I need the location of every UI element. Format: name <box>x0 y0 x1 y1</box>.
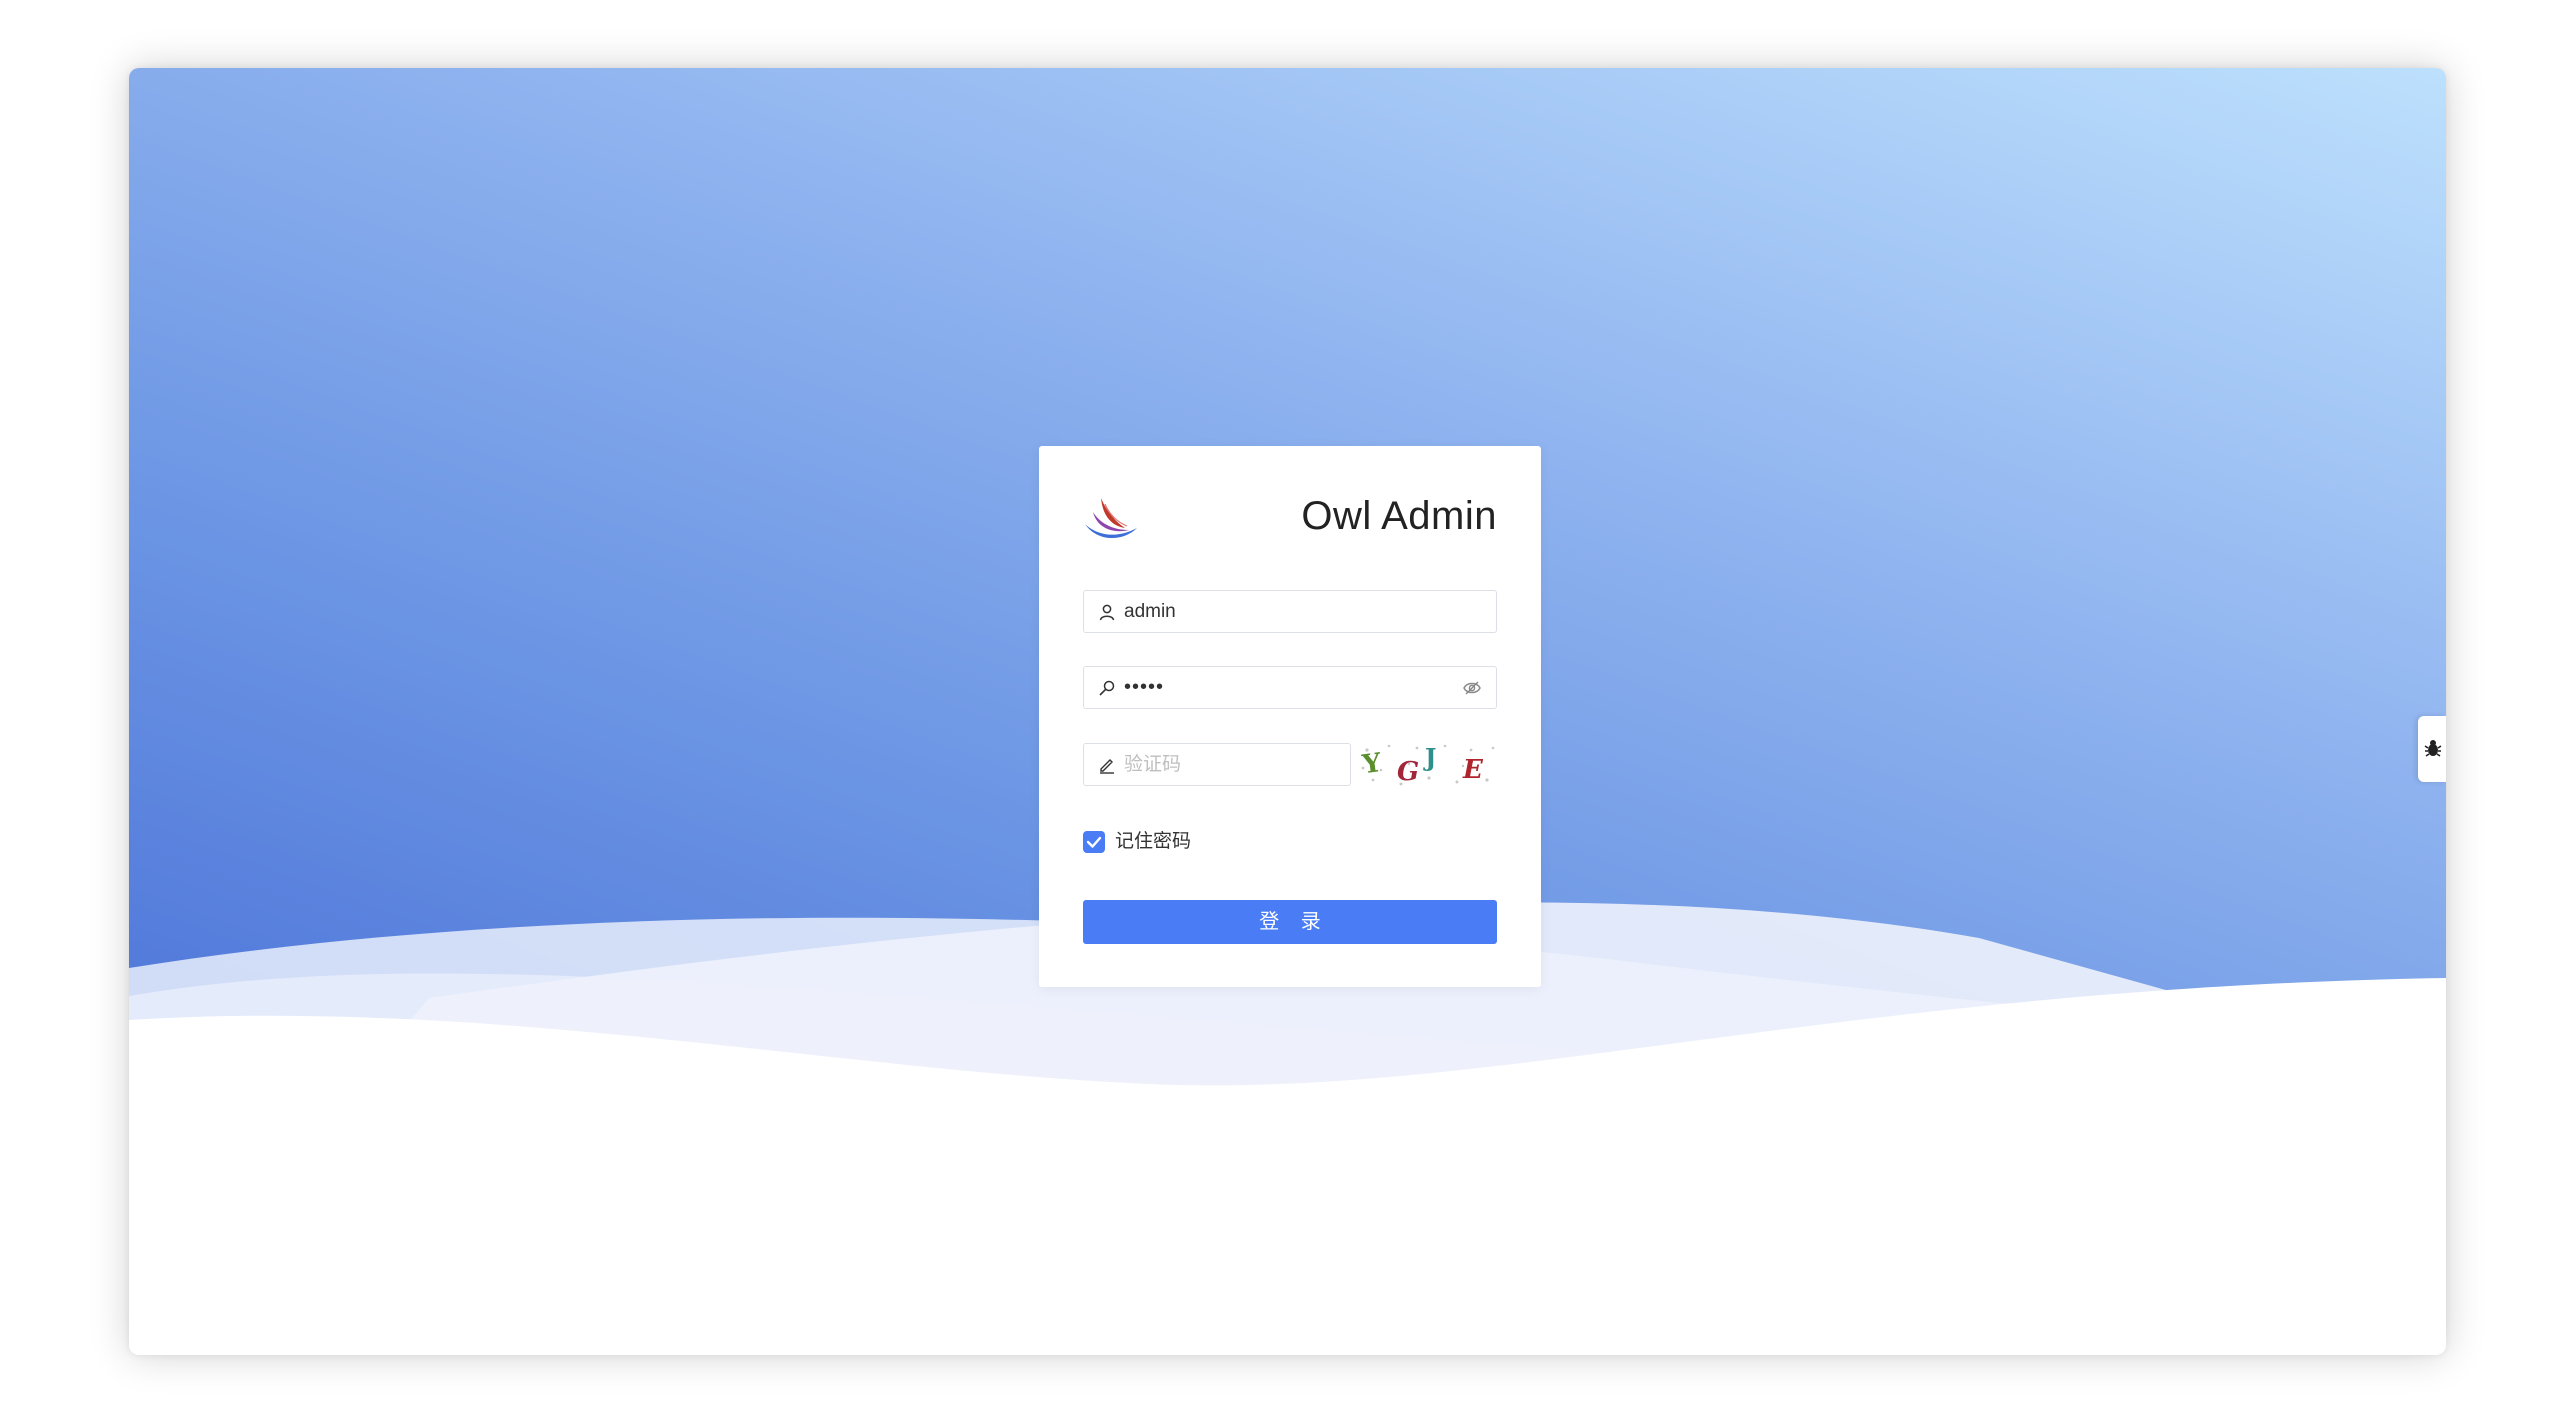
login-card: Owl Admin admin ••••• 验证码 Y G J E 记住密码 登… <box>1039 446 1541 987</box>
username-value: admin <box>1124 601 1176 622</box>
debug-side-tab[interactable] <box>2418 716 2446 782</box>
password-input[interactable]: ••••• <box>1083 666 1497 709</box>
eye-slash-icon[interactable] <box>1462 678 1482 698</box>
login-button[interactable]: 登 录 <box>1083 900 1497 944</box>
remember-checkbox[interactable] <box>1083 831 1105 853</box>
app-logo <box>1085 498 1137 539</box>
captcha-char-2: G <box>1397 757 1419 787</box>
password-value: ••••• <box>1124 676 1165 698</box>
captcha-char-3: J <box>1423 743 1436 772</box>
username-input[interactable]: admin <box>1083 590 1497 633</box>
captcha-char-1: Y <box>1360 748 1384 780</box>
remember-label: 记住密码 <box>1115 831 1192 852</box>
edit-icon <box>1100 759 1114 774</box>
check-icon <box>1086 836 1102 848</box>
key-icon <box>1099 680 1115 696</box>
browser-viewport: Owl Admin admin ••••• 验证码 Y G J E 记住密码 登… <box>129 68 2446 1355</box>
user-icon <box>1099 604 1115 621</box>
captcha-input[interactable]: 验证码 <box>1083 743 1351 786</box>
captcha-char-4: E <box>1462 755 1484 785</box>
captcha-placeholder: 验证码 <box>1124 754 1182 775</box>
bug-icon <box>2424 740 2442 757</box>
captcha-image[interactable]: Y G J E <box>1359 740 1499 788</box>
app-title: Owl Admin <box>1301 494 1497 538</box>
